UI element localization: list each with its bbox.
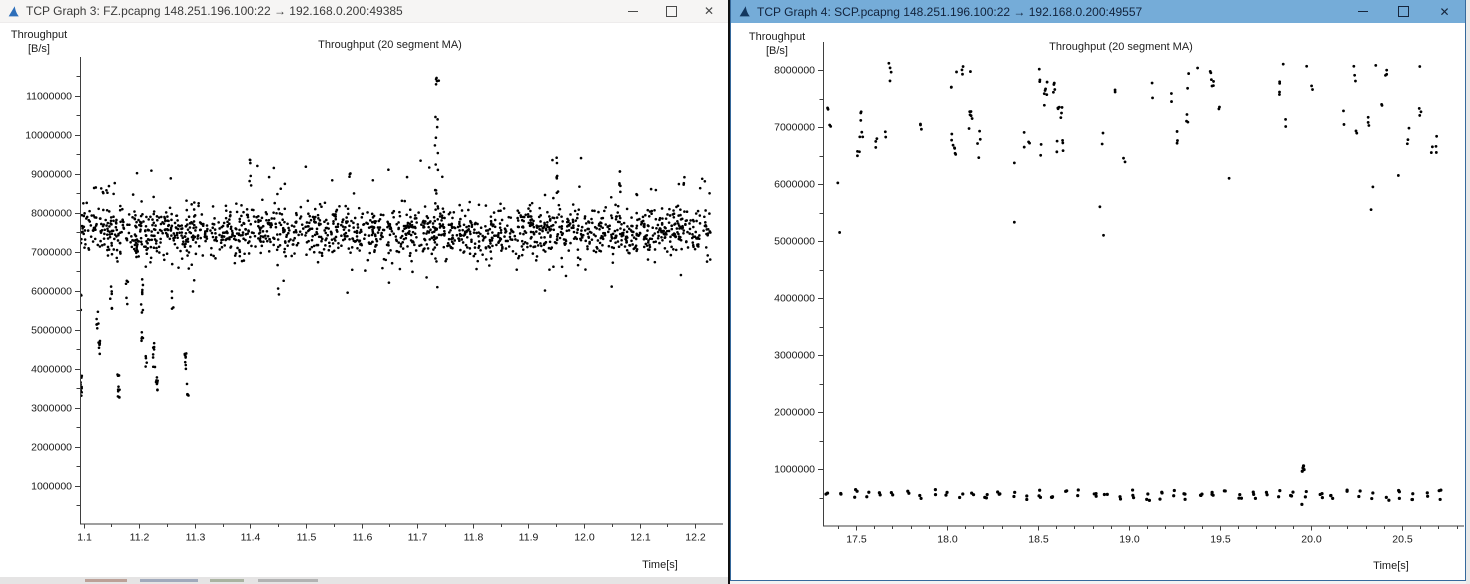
wireshark-icon xyxy=(738,5,751,18)
maximize-icon xyxy=(666,6,677,17)
x-axis-label: Time[s] xyxy=(618,559,702,571)
minimize-button[interactable] xyxy=(614,0,652,22)
background-app-sliver xyxy=(0,577,728,584)
maximize-button[interactable] xyxy=(1383,0,1424,23)
wireshark-icon xyxy=(7,5,20,18)
y-axis-label-line2: [B/s] xyxy=(6,42,72,56)
chart-title: Throughput (20 segment MA) xyxy=(80,39,700,51)
minimize-icon xyxy=(628,11,638,12)
minimize-icon xyxy=(1358,11,1368,12)
y-axis-label-line1: Throughput xyxy=(6,28,72,42)
window-title: TCP Graph 3: FZ.pcapng 148.251.196.100:2… xyxy=(26,4,403,18)
maximize-icon xyxy=(1398,6,1409,17)
window-controls: ✕ xyxy=(1342,0,1465,23)
close-button[interactable]: ✕ xyxy=(690,0,728,22)
titlebar-tcp-graph-4[interactable]: TCP Graph 4: SCP.pcapng 148.251.196.100:… xyxy=(731,0,1465,23)
throughput-chart-canvas-scp[interactable] xyxy=(731,0,1465,579)
window-tcp-graph-4: TCP Graph 4: SCP.pcapng 148.251.196.100:… xyxy=(730,0,1466,581)
sliver-mark xyxy=(210,579,244,582)
close-button[interactable]: ✕ xyxy=(1424,0,1465,23)
chart-title: Throughput (20 segment MA) xyxy=(823,41,1419,53)
window-controls: ✕ xyxy=(614,0,728,22)
window-title: TCP Graph 4: SCP.pcapng 148.251.196.100:… xyxy=(757,5,1142,19)
throughput-chart-canvas-fz[interactable] xyxy=(0,0,728,577)
y-axis-label: Throughput [B/s] xyxy=(744,30,810,58)
window-tcp-graph-3: TCP Graph 3: FZ.pcapng 148.251.196.100:2… xyxy=(0,0,728,577)
titlebar-tcp-graph-3[interactable]: TCP Graph 3: FZ.pcapng 148.251.196.100:2… xyxy=(0,0,728,23)
maximize-button[interactable] xyxy=(652,0,690,22)
sliver-mark xyxy=(140,579,198,582)
y-axis-label-line2: [B/s] xyxy=(744,44,810,58)
y-axis-label: Throughput [B/s] xyxy=(6,28,72,56)
sliver-mark xyxy=(258,579,318,582)
background-right-edge xyxy=(1466,0,1470,584)
sliver-mark xyxy=(85,579,127,582)
minimize-button[interactable] xyxy=(1342,0,1383,23)
x-axis-label: Time[s] xyxy=(1349,560,1433,572)
y-axis-label-line1: Throughput xyxy=(744,30,810,44)
